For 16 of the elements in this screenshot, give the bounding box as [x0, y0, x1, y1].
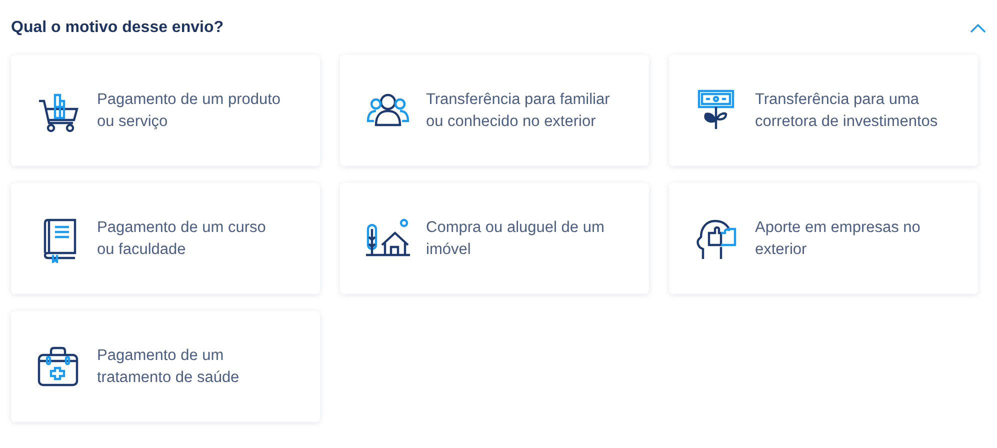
reason-card[interactable]: Pagamento de um curso ou faculdade: [11, 183, 320, 294]
reason-label: Transferência para uma corretora de investimentos: [755, 90, 938, 132]
reason-card[interactable]: Aporte em empresas no exterior: [669, 183, 978, 294]
chevron-up-icon: [970, 22, 986, 32]
reason-label: Pagamento de um tratamento de saúde: [97, 346, 240, 388]
reason-card[interactable]: Compra ou aluguel de um imóvel: [340, 183, 649, 294]
reason-label: Pagamento de um produto ou serviço: [97, 90, 281, 132]
section-title: Qual o motivo desse envio?: [11, 18, 224, 36]
reason-label: Pagamento de um curso ou faculdade: [97, 218, 266, 260]
reason-label: Aporte em empresas no exterior: [755, 218, 920, 260]
reason-card[interactable]: Pagamento de um produto ou serviço: [11, 55, 320, 166]
reason-card[interactable]: Pagamento de um tratamento de saúde: [11, 311, 320, 422]
reason-label: Compra ou aluguel de um imóvel: [426, 218, 604, 260]
reason-card[interactable]: Transferência para uma corretora de investimentos: [669, 55, 978, 166]
reason-card[interactable]: Transferência para familiar ou conhecido no exterior: [340, 55, 649, 166]
reason-label: Transferência para familiar ou conhecido no exterior: [426, 90, 610, 132]
